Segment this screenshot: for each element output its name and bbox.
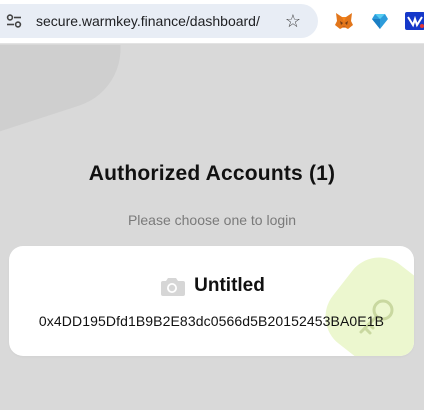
star-icon[interactable]: ☆: [283, 11, 303, 31]
blue-gem-icon[interactable]: [369, 10, 391, 32]
address-bar[interactable]: secure.warmkey.finance/dashboard/ ☆: [0, 4, 318, 38]
blue-extension-icon[interactable]: [404, 10, 424, 32]
account-title-row: Untitled: [9, 274, 414, 298]
tune-icon[interactable]: [6, 14, 22, 28]
metamask-fox-icon[interactable]: [333, 10, 355, 32]
account-address: 0x4DD195Dfd1B9B2E83dc0566d5B20152453BA0E…: [38, 313, 385, 329]
page-title: Authorized Accounts (1): [88, 162, 336, 185]
browser-toolbar: secure.warmkey.finance/dashboard/ ☆: [0, 0, 424, 44]
decorative-shape: [0, 45, 137, 137]
account-card[interactable]: Untitled 0x4DD195Dfd1B9B2E83dc0566d5B201…: [9, 246, 414, 356]
camera-icon: [161, 278, 186, 296]
account-name: Untitled: [194, 275, 265, 296]
url-text[interactable]: secure.warmkey.finance/dashboard/: [36, 13, 260, 29]
authorized-accounts-page: Authorized Accounts (1) Please choose on…: [0, 45, 424, 410]
page-subtitle: Please choose one to login: [127, 212, 297, 228]
